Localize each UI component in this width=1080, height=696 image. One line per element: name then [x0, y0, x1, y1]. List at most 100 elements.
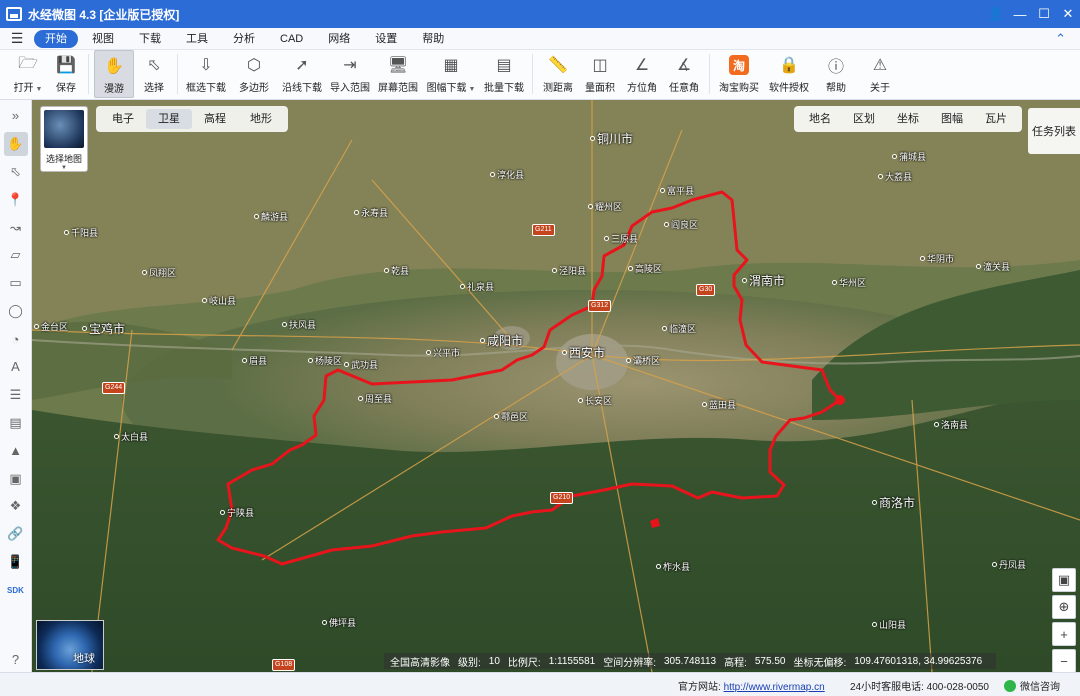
- marker-tool-icon[interactable]: 📍: [4, 188, 28, 212]
- batch-download-button[interactable]: ▤ 批量下载: [481, 50, 527, 98]
- locate-icon[interactable]: ⊕: [1052, 595, 1076, 619]
- place-label: 大荔县: [878, 170, 912, 183]
- basemap-selector[interactable]: 选择地图 ▼: [40, 106, 88, 172]
- menu-download[interactable]: 下载: [128, 30, 172, 48]
- lock-icon: 🔒: [779, 57, 799, 74]
- line-download-button[interactable]: ➚ 沿线下载: [279, 50, 325, 98]
- any-angle-button[interactable]: ∡ 任意角: [664, 50, 704, 98]
- sheet-download-button[interactable]: ▦ 图幅下载 ▼: [423, 50, 479, 98]
- screen-range-button[interactable]: 🖥 屏幕范围: [375, 50, 421, 98]
- pan-tool-icon[interactable]: ✋: [3, 131, 28, 156]
- menu-network[interactable]: 网络: [317, 30, 361, 48]
- zoom-in-icon[interactable]: +: [1052, 622, 1076, 646]
- window-title: 水经微图 4.3 [企业版已授权]: [28, 7, 180, 22]
- website-link[interactable]: http://www.rivermap.cn: [724, 682, 825, 693]
- toolbar-separator: [709, 54, 710, 94]
- road-shield: G211: [532, 224, 555, 236]
- user-icon[interactable]: 👤: [984, 0, 1008, 28]
- sheet-download-icon: ▦: [443, 57, 459, 74]
- chevron-down-icon: ▼: [61, 165, 67, 171]
- place-label: 金台区: [34, 320, 68, 333]
- layer-place-names[interactable]: 地名: [798, 109, 842, 129]
- help-button[interactable]: ⓘ 帮助: [815, 50, 857, 98]
- menu-tools[interactable]: 工具: [175, 30, 219, 48]
- taobao-buy-button[interactable]: 淘 淘宝购买: [715, 50, 763, 98]
- text-tool-icon[interactable]: A: [4, 355, 28, 379]
- open-button[interactable]: 🗁 打开 ▼: [9, 50, 47, 98]
- task-list-button[interactable]: 任务列表: [1028, 108, 1080, 154]
- menu-cad[interactable]: CAD: [269, 30, 314, 48]
- place-label: 宝鸡市: [82, 320, 125, 337]
- menu-analysis[interactable]: 分析: [222, 30, 266, 48]
- layer-sheets[interactable]: 图幅: [930, 109, 974, 129]
- globe-view-button[interactable]: 地球: [36, 620, 104, 670]
- place-label: 西安市: [562, 344, 605, 361]
- link-tool-icon[interactable]: 🔗: [4, 522, 28, 546]
- road-shield: G312: [588, 300, 612, 312]
- menu-start[interactable]: 开始: [34, 29, 78, 48]
- tab-satellite[interactable]: 卫星: [146, 109, 192, 129]
- tab-elevation[interactable]: 高程: [192, 109, 238, 129]
- menu-view[interactable]: 视图: [81, 30, 125, 48]
- layer-tiles[interactable]: 瓦片: [974, 109, 1018, 129]
- angle-icon: ∡: [676, 57, 692, 74]
- place-label: 临潼区: [662, 322, 696, 335]
- help-circle-icon[interactable]: ?: [4, 648, 28, 672]
- azimuth-button[interactable]: ∠ 方位角: [622, 50, 662, 98]
- plugin-tool-icon[interactable]: ❖: [4, 494, 28, 518]
- fullscreen-icon[interactable]: ▣: [1052, 568, 1076, 592]
- expand-panel-icon[interactable]: »: [4, 104, 28, 128]
- hamburger-menu-icon[interactable]: ☰: [0, 30, 34, 47]
- maximize-icon[interactable]: ☐: [1032, 0, 1056, 28]
- building-tool-icon[interactable]: ▤: [4, 411, 28, 435]
- zoom-out-icon[interactable]: −: [1052, 649, 1076, 672]
- dropdown-arrow-icon: ▼: [33, 86, 43, 93]
- rectangle-tool-icon[interactable]: ▭: [4, 271, 28, 295]
- place-label: 岐山县: [202, 294, 236, 307]
- place-label: 华阴市: [920, 252, 954, 265]
- save-button[interactable]: 💾 保存: [49, 50, 83, 98]
- sdk-icon[interactable]: SDK: [4, 578, 28, 602]
- place-label: 太白县: [114, 430, 148, 443]
- website-info: 官方网站: http://www.rivermap.cn: [678, 678, 825, 693]
- tab-terrain[interactable]: 地形: [238, 109, 284, 129]
- circle-tool-icon[interactable]: ◯: [4, 299, 28, 323]
- menu-settings[interactable]: 设置: [364, 30, 408, 48]
- menu-help[interactable]: 帮助: [411, 30, 455, 48]
- measure-distance-button[interactable]: 📏 测距离: [538, 50, 578, 98]
- toolbar-separator: [177, 54, 178, 94]
- about-button[interactable]: ⚠ 关于: [859, 50, 901, 98]
- map-view[interactable]: 铜川市 咸阳市 西安市 宝鸡市 渭南市 商洛市 三原县 泾阳县 高陵区 阎良区 …: [32, 100, 1080, 672]
- basemap-selector-label: 选择地图: [45, 154, 82, 164]
- profile-tool-icon[interactable]: ▣: [4, 467, 28, 491]
- license-label: 软件授权: [769, 83, 809, 94]
- license-button[interactable]: 🔒 软件授权: [765, 50, 813, 98]
- collapse-ribbon-icon[interactable]: ⌃: [1055, 31, 1066, 47]
- tab-electronic[interactable]: 电子: [100, 109, 146, 129]
- pan-button[interactable]: ✋ 漫游: [94, 50, 134, 98]
- place-label: 柞水县: [656, 560, 690, 573]
- polygon-tool-icon[interactable]: ▱: [4, 243, 28, 267]
- elevation-tool-icon[interactable]: ▲: [4, 439, 28, 463]
- measure-area-button[interactable]: ◫ 量面积: [580, 50, 620, 98]
- city-dot-icon: [742, 278, 747, 283]
- wechat-consult-button[interactable]: 微信咨询: [1004, 678, 1060, 693]
- layer-divisions[interactable]: 区划: [842, 109, 886, 129]
- layer-tool-icon[interactable]: ☰: [4, 383, 28, 407]
- sheet-download-label: 图幅下载: [426, 83, 467, 94]
- mobile-tool-icon[interactable]: 📱: [4, 550, 28, 574]
- import-range-button[interactable]: ⇥ 导入范围: [327, 50, 373, 98]
- layer-coordinates[interactable]: 坐标: [886, 109, 930, 129]
- map-type-tabs: 电子 卫星 高程 地形: [96, 106, 288, 132]
- place-label: 富平县: [660, 184, 694, 197]
- select-button[interactable]: ⬁ 选择: [136, 50, 172, 98]
- sector-tool-icon[interactable]: ◔: [4, 327, 28, 351]
- polyline-tool-icon[interactable]: ↝: [4, 216, 28, 240]
- rect-download-button[interactable]: ⇩ 框选下载: [183, 50, 229, 98]
- place-label: 乾县: [384, 264, 409, 277]
- close-icon[interactable]: ✕: [1056, 0, 1080, 28]
- minimize-icon[interactable]: —: [1008, 0, 1032, 28]
- polygon-download-button[interactable]: ⬡ 多边形: [231, 50, 277, 98]
- ruler-icon: 📏: [548, 57, 568, 74]
- select-tool-icon[interactable]: ⬁: [4, 160, 28, 184]
